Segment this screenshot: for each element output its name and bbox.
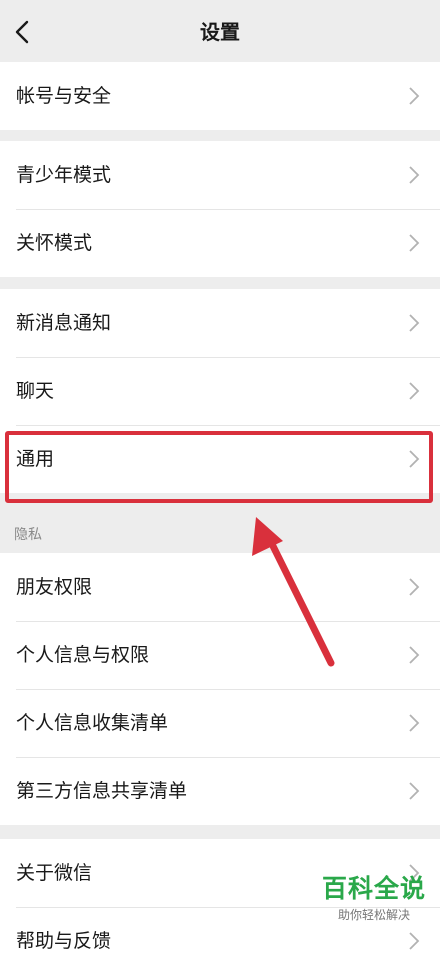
settings-item-personal-info-permissions[interactable]: 个人信息与权限 xyxy=(0,621,440,689)
settings-item-label: 帮助与反馈 xyxy=(16,930,112,952)
settings-item-label: 青少年模式 xyxy=(16,164,112,186)
chevron-right-icon xyxy=(409,646,420,664)
chevron-right-icon xyxy=(409,166,420,184)
section-label-privacy: 隐私 xyxy=(14,527,42,543)
chevron-right-icon xyxy=(409,382,420,400)
settings-group-general: 新消息通知 聊天 通用 xyxy=(0,289,440,493)
watermark: 百科全说 助你轻松解决 xyxy=(318,874,430,924)
chevron-right-icon xyxy=(409,782,420,800)
chevron-right-icon xyxy=(409,714,420,732)
settings-item-general[interactable]: 通用 xyxy=(0,425,440,493)
chevron-right-icon xyxy=(409,87,420,105)
settings-item-teen-mode[interactable]: 青少年模式 xyxy=(0,141,440,209)
chevron-right-icon xyxy=(409,578,420,596)
settings-item-label: 个人信息与权限 xyxy=(16,644,150,666)
watermark-subtitle: 助你轻松解决 xyxy=(337,908,410,922)
chevron-right-icon xyxy=(409,314,420,332)
settings-item-account-security[interactable]: 帐号与安全 xyxy=(0,62,440,130)
nav-bar: 设置 xyxy=(0,0,440,62)
settings-item-label: 通用 xyxy=(16,448,55,470)
settings-item-label: 关于微信 xyxy=(16,862,93,884)
settings-group-account: 帐号与安全 xyxy=(0,62,440,130)
settings-group-modes: 青少年模式 关怀模式 xyxy=(0,141,440,277)
settings-item-label: 聊天 xyxy=(16,380,55,402)
settings-item-notifications[interactable]: 新消息通知 xyxy=(0,289,440,357)
settings-item-personal-info-collection[interactable]: 个人信息收集清单 xyxy=(0,689,440,757)
settings-group-privacy: 朋友权限 个人信息与权限 个人信息收集清单 第三方信息共享清单 xyxy=(0,553,440,825)
chevron-right-icon xyxy=(409,450,420,468)
settings-item-label: 个人信息收集清单 xyxy=(16,712,169,734)
chevron-right-icon xyxy=(409,932,420,950)
chevron-right-icon xyxy=(409,234,420,252)
settings-item-label: 朋友权限 xyxy=(16,576,93,598)
settings-item-label: 关怀模式 xyxy=(16,232,93,254)
watermark-title: 百科全说 xyxy=(321,874,426,903)
settings-item-friend-permissions[interactable]: 朋友权限 xyxy=(0,553,440,621)
settings-item-label: 帐号与安全 xyxy=(16,85,112,107)
page-title: 设置 xyxy=(200,20,240,44)
settings-item-label: 新消息通知 xyxy=(16,312,112,334)
settings-item-chat[interactable]: 聊天 xyxy=(0,357,440,425)
settings-item-third-party-sharing[interactable]: 第三方信息共享清单 xyxy=(0,757,440,825)
settings-item-label: 第三方信息共享清单 xyxy=(16,780,188,802)
settings-item-care-mode[interactable]: 关怀模式 xyxy=(0,209,440,277)
